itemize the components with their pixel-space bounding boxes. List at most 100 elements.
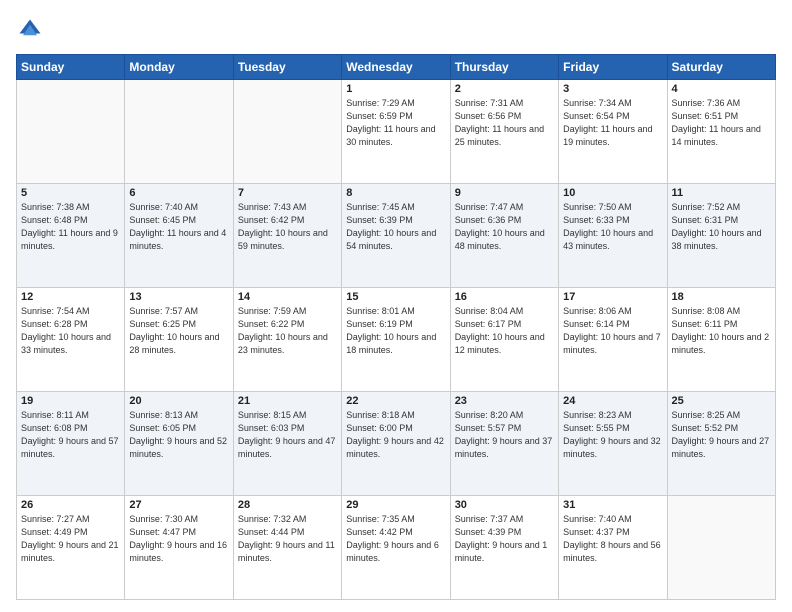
day-info: Sunrise: 8:20 AMSunset: 5:57 PMDaylight:… [455, 409, 554, 461]
calendar-cell [233, 80, 341, 184]
calendar-cell: 30 Sunrise: 7:37 AMSunset: 4:39 PMDayligh… [450, 496, 558, 600]
day-info: Sunrise: 7:34 AMSunset: 6:54 PMDaylight:… [563, 97, 662, 149]
day-info: Sunrise: 7:36 AMSunset: 6:51 PMDaylight:… [672, 97, 771, 149]
calendar-cell: 20Sunrise: 8:13 AMSunset: 6:05 PMDayligh… [125, 392, 233, 496]
day-info: Sunrise: 7:40 AMSunset: 4:37 PMDaylight:… [563, 513, 662, 565]
day-info: Sunrise: 7:37 AMSunset: 4:39 PMDaylight:… [455, 513, 554, 565]
day-info: Sunrise: 7:47 AMSunset: 6:36 PMDaylight:… [455, 201, 554, 253]
calendar-week-row: 26 Sunrise: 7:27 AMSunset: 4:49 PMDayligh… [17, 496, 776, 600]
calendar-cell: 25 Sunrise: 8:25 AMSunset: 5:52 PMDayligh… [667, 392, 775, 496]
calendar-week-row: 12Sunrise: 7:54 AMSunset: 6:28 PMDayligh… [17, 288, 776, 392]
day-number: 19 [21, 395, 120, 407]
day-number: 16 [455, 291, 554, 303]
day-info: Sunrise: 8:23 AMSunset: 5:55 PMDaylight:… [563, 409, 662, 461]
day-info: Sunrise: 7:57 AMSunset: 6:25 PMDaylight:… [129, 305, 228, 357]
day-number: 22 [346, 395, 445, 407]
day-number: 6 [129, 187, 228, 199]
weekday-header: Wednesday [342, 55, 450, 80]
calendar-cell: 5 Sunrise: 7:38 AMSunset: 6:48 PMDaylight… [17, 184, 125, 288]
calendar-cell [667, 496, 775, 600]
day-number: 15 [346, 291, 445, 303]
day-number: 23 [455, 395, 554, 407]
day-number: 13 [129, 291, 228, 303]
logo-icon [16, 16, 44, 44]
calendar-table: SundayMondayTuesdayWednesdayThursdayFrid… [16, 54, 776, 600]
day-number: 4 [672, 83, 771, 95]
calendar-cell: 29Sunrise: 7:35 AMSunset: 4:42 PMDayligh… [342, 496, 450, 600]
day-number: 21 [238, 395, 337, 407]
day-info: Sunrise: 7:32 AMSunset: 4:44 PMDaylight:… [238, 513, 337, 565]
day-number: 12 [21, 291, 120, 303]
weekday-header: Thursday [450, 55, 558, 80]
day-info: Sunrise: 7:30 AMSunset: 4:47 PMDaylight:… [129, 513, 228, 565]
day-number: 3 [563, 83, 662, 95]
calendar-cell: 16Sunrise: 8:04 AMSunset: 6:17 PMDayligh… [450, 288, 558, 392]
header [16, 16, 776, 44]
day-number: 5 [21, 187, 120, 199]
day-number: 28 [238, 499, 337, 511]
day-info: Sunrise: 7:35 AMSunset: 4:42 PMDaylight:… [346, 513, 445, 565]
day-info: Sunrise: 7:45 AMSunset: 6:39 PMDaylight:… [346, 201, 445, 253]
calendar-cell [125, 80, 233, 184]
calendar-cell: 14Sunrise: 7:59 AMSunset: 6:22 PMDayligh… [233, 288, 341, 392]
calendar-cell: 8 Sunrise: 7:45 AMSunset: 6:39 PMDaylight… [342, 184, 450, 288]
day-info: Sunrise: 7:52 AMSunset: 6:31 PMDaylight:… [672, 201, 771, 253]
day-number: 2 [455, 83, 554, 95]
day-info: Sunrise: 8:25 AMSunset: 5:52 PMDaylight:… [672, 409, 771, 461]
calendar-week-row: 5 Sunrise: 7:38 AMSunset: 6:48 PMDaylight… [17, 184, 776, 288]
calendar-cell: 18 Sunrise: 8:08 AMSunset: 6:11 PMDayligh… [667, 288, 775, 392]
calendar-cell: 3 Sunrise: 7:34 AMSunset: 6:54 PMDaylight… [559, 80, 667, 184]
calendar-cell: 9Sunrise: 7:47 AMSunset: 6:36 PMDaylight… [450, 184, 558, 288]
day-number: 24 [563, 395, 662, 407]
day-info: Sunrise: 7:50 AMSunset: 6:33 PMDaylight:… [563, 201, 662, 253]
calendar-cell: 28 Sunrise: 7:32 AMSunset: 4:44 PMDayligh… [233, 496, 341, 600]
calendar-cell: 17 Sunrise: 8:06 AMSunset: 6:14 PMDayligh… [559, 288, 667, 392]
day-number: 31 [563, 499, 662, 511]
calendar-cell: 21 Sunrise: 8:15 AMSunset: 6:03 PMDayligh… [233, 392, 341, 496]
day-info: Sunrise: 8:01 AMSunset: 6:19 PMDaylight:… [346, 305, 445, 357]
day-number: 17 [563, 291, 662, 303]
day-info: Sunrise: 7:29 AMSunset: 6:59 PMDaylight:… [346, 97, 445, 149]
day-info: Sunrise: 8:13 AMSunset: 6:05 PMDaylight:… [129, 409, 228, 461]
page: SundayMondayTuesdayWednesdayThursdayFrid… [0, 0, 792, 612]
day-info: Sunrise: 7:31 AMSunset: 6:56 PMDaylight:… [455, 97, 554, 149]
day-info: Sunrise: 8:15 AMSunset: 6:03 PMDaylight:… [238, 409, 337, 461]
day-info: Sunrise: 8:18 AMSunset: 6:00 PMDaylight:… [346, 409, 445, 461]
day-info: Sunrise: 7:27 AMSunset: 4:49 PMDaylight:… [21, 513, 120, 565]
day-number: 8 [346, 187, 445, 199]
day-number: 18 [672, 291, 771, 303]
day-info: Sunrise: 8:06 AMSunset: 6:14 PMDaylight:… [563, 305, 662, 357]
calendar-cell: 11 Sunrise: 7:52 AMSunset: 6:31 PMDayligh… [667, 184, 775, 288]
calendar-cell: 4 Sunrise: 7:36 AMSunset: 6:51 PMDaylight… [667, 80, 775, 184]
calendar-week-row: 19 Sunrise: 8:11 AMSunset: 6:08 PMDayligh… [17, 392, 776, 496]
weekday-header: Saturday [667, 55, 775, 80]
day-number: 14 [238, 291, 337, 303]
day-info: Sunrise: 8:08 AMSunset: 6:11 PMDaylight:… [672, 305, 771, 357]
calendar-cell: 22 Sunrise: 8:18 AMSunset: 6:00 PMDayligh… [342, 392, 450, 496]
calendar-week-row: 1 Sunrise: 7:29 AMSunset: 6:59 PMDaylight… [17, 80, 776, 184]
day-number: 1 [346, 83, 445, 95]
weekday-header: Sunday [17, 55, 125, 80]
day-number: 11 [672, 187, 771, 199]
day-number: 25 [672, 395, 771, 407]
day-number: 30 [455, 499, 554, 511]
calendar-cell: 27Sunrise: 7:30 AMSunset: 4:47 PMDayligh… [125, 496, 233, 600]
weekday-header-row: SundayMondayTuesdayWednesdayThursdayFrid… [17, 55, 776, 80]
calendar-cell: 6Sunrise: 7:40 AMSunset: 6:45 PMDaylight… [125, 184, 233, 288]
calendar-cell: 2 Sunrise: 7:31 AMSunset: 6:56 PMDaylight… [450, 80, 558, 184]
calendar-cell: 24 Sunrise: 8:23 AMSunset: 5:55 PMDayligh… [559, 392, 667, 496]
calendar-cell: 31 Sunrise: 7:40 AMSunset: 4:37 PMDayligh… [559, 496, 667, 600]
calendar-cell: 23 Sunrise: 8:20 AMSunset: 5:57 PMDayligh… [450, 392, 558, 496]
day-info: Sunrise: 8:11 AMSunset: 6:08 PMDaylight:… [21, 409, 120, 461]
calendar-cell: 26 Sunrise: 7:27 AMSunset: 4:49 PMDayligh… [17, 496, 125, 600]
day-info: Sunrise: 7:38 AMSunset: 6:48 PMDaylight:… [21, 201, 120, 253]
calendar-cell: 12Sunrise: 7:54 AMSunset: 6:28 PMDayligh… [17, 288, 125, 392]
weekday-header: Monday [125, 55, 233, 80]
day-info: Sunrise: 7:43 AMSunset: 6:42 PMDaylight:… [238, 201, 337, 253]
calendar-cell: 10 Sunrise: 7:50 AMSunset: 6:33 PMDayligh… [559, 184, 667, 288]
calendar-cell: 1 Sunrise: 7:29 AMSunset: 6:59 PMDaylight… [342, 80, 450, 184]
day-number: 10 [563, 187, 662, 199]
day-number: 26 [21, 499, 120, 511]
calendar-cell: 15 Sunrise: 8:01 AMSunset: 6:19 PMDayligh… [342, 288, 450, 392]
calendar-cell [17, 80, 125, 184]
